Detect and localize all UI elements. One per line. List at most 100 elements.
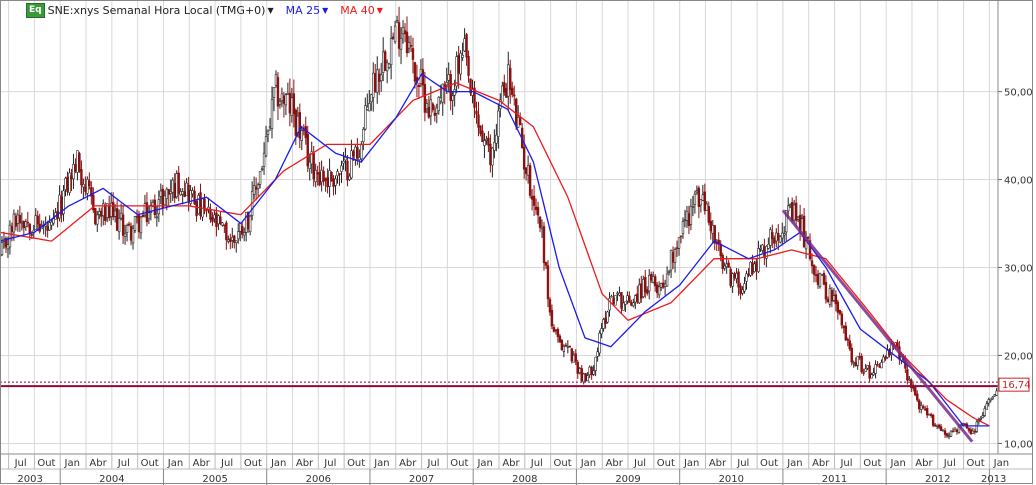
x-tick-month: Out [244, 458, 262, 469]
candle-body [104, 206, 107, 221]
caret-down-icon[interactable]: ▼ [322, 6, 328, 15]
candle-body [266, 130, 270, 135]
candle-body [22, 221, 26, 229]
last-price-label: 16,74 [1002, 380, 1031, 391]
candle-body [463, 38, 466, 52]
candle-body [554, 329, 558, 332]
symbol-text: SNE:xnys Semanal Hora Local (TMG+0) [47, 4, 266, 17]
candle-body [8, 224, 12, 248]
x-tick-month: Jul [14, 458, 27, 469]
candle-body [983, 408, 986, 416]
candle-body [233, 235, 236, 243]
candle-body [771, 232, 774, 240]
candle-body [576, 361, 579, 374]
candle-body [824, 282, 828, 300]
candle-body [568, 345, 572, 348]
candle-body [870, 374, 873, 379]
ma25-legend[interactable]: MA 25 ▼ [286, 4, 329, 17]
candle-body [252, 185, 256, 195]
candle-body [270, 99, 274, 129]
candle-body [596, 351, 599, 357]
x-tick-month: Jul [736, 458, 749, 469]
candle-body [18, 215, 22, 224]
candle-body [745, 273, 748, 282]
candle-body [743, 283, 746, 292]
candle-body [953, 428, 957, 432]
caret-down-icon[interactable]: ▼ [267, 6, 273, 15]
candle-body [100, 210, 103, 217]
candle-body [185, 182, 188, 196]
candle-body [324, 178, 327, 181]
candle-body [70, 175, 73, 180]
x-tick-month: Out [863, 458, 881, 469]
y-tick-label: 30,00 [1004, 264, 1033, 275]
caret-down-icon[interactable]: ▼ [377, 6, 383, 15]
candle-body [604, 317, 607, 324]
candle-body [497, 110, 500, 137]
candle-body [683, 219, 687, 221]
candle-body [10, 226, 14, 232]
candle-body [675, 247, 679, 249]
ma25-line[interactable] [0, 73, 990, 427]
candle-body [52, 218, 55, 224]
candle-body [792, 204, 796, 221]
candle-body [409, 45, 413, 47]
candle-body [449, 74, 452, 102]
candle-body [564, 344, 568, 347]
candle-body [884, 356, 887, 360]
y-tick-label: 50,00 [1004, 88, 1033, 99]
trendline[interactable] [781, 209, 974, 443]
candle-body [113, 210, 117, 217]
candle-body [123, 233, 127, 237]
candle-body [254, 186, 258, 190]
candle-body [830, 289, 834, 302]
candle-body [459, 52, 462, 75]
x-tick-year: 2007 [409, 474, 434, 485]
candle-body [397, 22, 401, 49]
x-axis-months: Jul Out Jan Abr Jul Out Jan Abr Jul Out Jan Abr Jul O… [8, 454, 1009, 469]
candle-body [6, 244, 10, 250]
candle-body [632, 302, 635, 307]
candle-body [872, 372, 875, 376]
candle-body [332, 178, 335, 187]
candle-body [431, 103, 435, 111]
x-tick-month: Out [141, 458, 159, 469]
x-tick-year: 2003 [17, 474, 42, 485]
candle-body [773, 237, 776, 244]
candle-body [231, 236, 234, 241]
price-chart[interactable]: 10,0020,0030,0040,0050,00 Jul Out Jan Abr Ju… [0, 0, 1036, 485]
candle-body [483, 140, 486, 146]
candle-body [679, 235, 683, 238]
candle-body [550, 309, 554, 327]
candle-body [838, 310, 842, 314]
x-tick-month: Out [967, 458, 985, 469]
candle-body [931, 414, 935, 426]
candle-body [677, 237, 681, 249]
candle-body [665, 273, 669, 287]
candle-body [26, 221, 29, 224]
ma40-legend[interactable]: MA 40 ▼ [340, 4, 383, 17]
candle-body [652, 275, 655, 283]
x-tick-month: Out [37, 458, 55, 469]
candle-body [648, 275, 651, 292]
candle-body [78, 153, 81, 172]
candle-body [84, 186, 87, 192]
candle-body [223, 224, 226, 227]
candle-body [638, 284, 641, 304]
candle-body [433, 112, 437, 116]
candle-body [350, 150, 353, 179]
candle-body [846, 338, 849, 341]
candle-body [610, 295, 613, 298]
x-tick-year: 2008 [512, 474, 537, 485]
candle-body [135, 216, 139, 218]
candle-body [175, 173, 178, 198]
symbol-label[interactable]: SNE:xnys Semanal Hora Local (TMG+0) ▼ [48, 4, 274, 17]
candle-body [971, 430, 975, 434]
x-tick-month: Jan [889, 458, 905, 469]
candle-body [530, 196, 534, 200]
candle-body [66, 176, 69, 192]
candle-body [191, 190, 194, 195]
candle-body [518, 117, 522, 126]
candle-body [50, 221, 53, 226]
candle-body [385, 62, 389, 72]
